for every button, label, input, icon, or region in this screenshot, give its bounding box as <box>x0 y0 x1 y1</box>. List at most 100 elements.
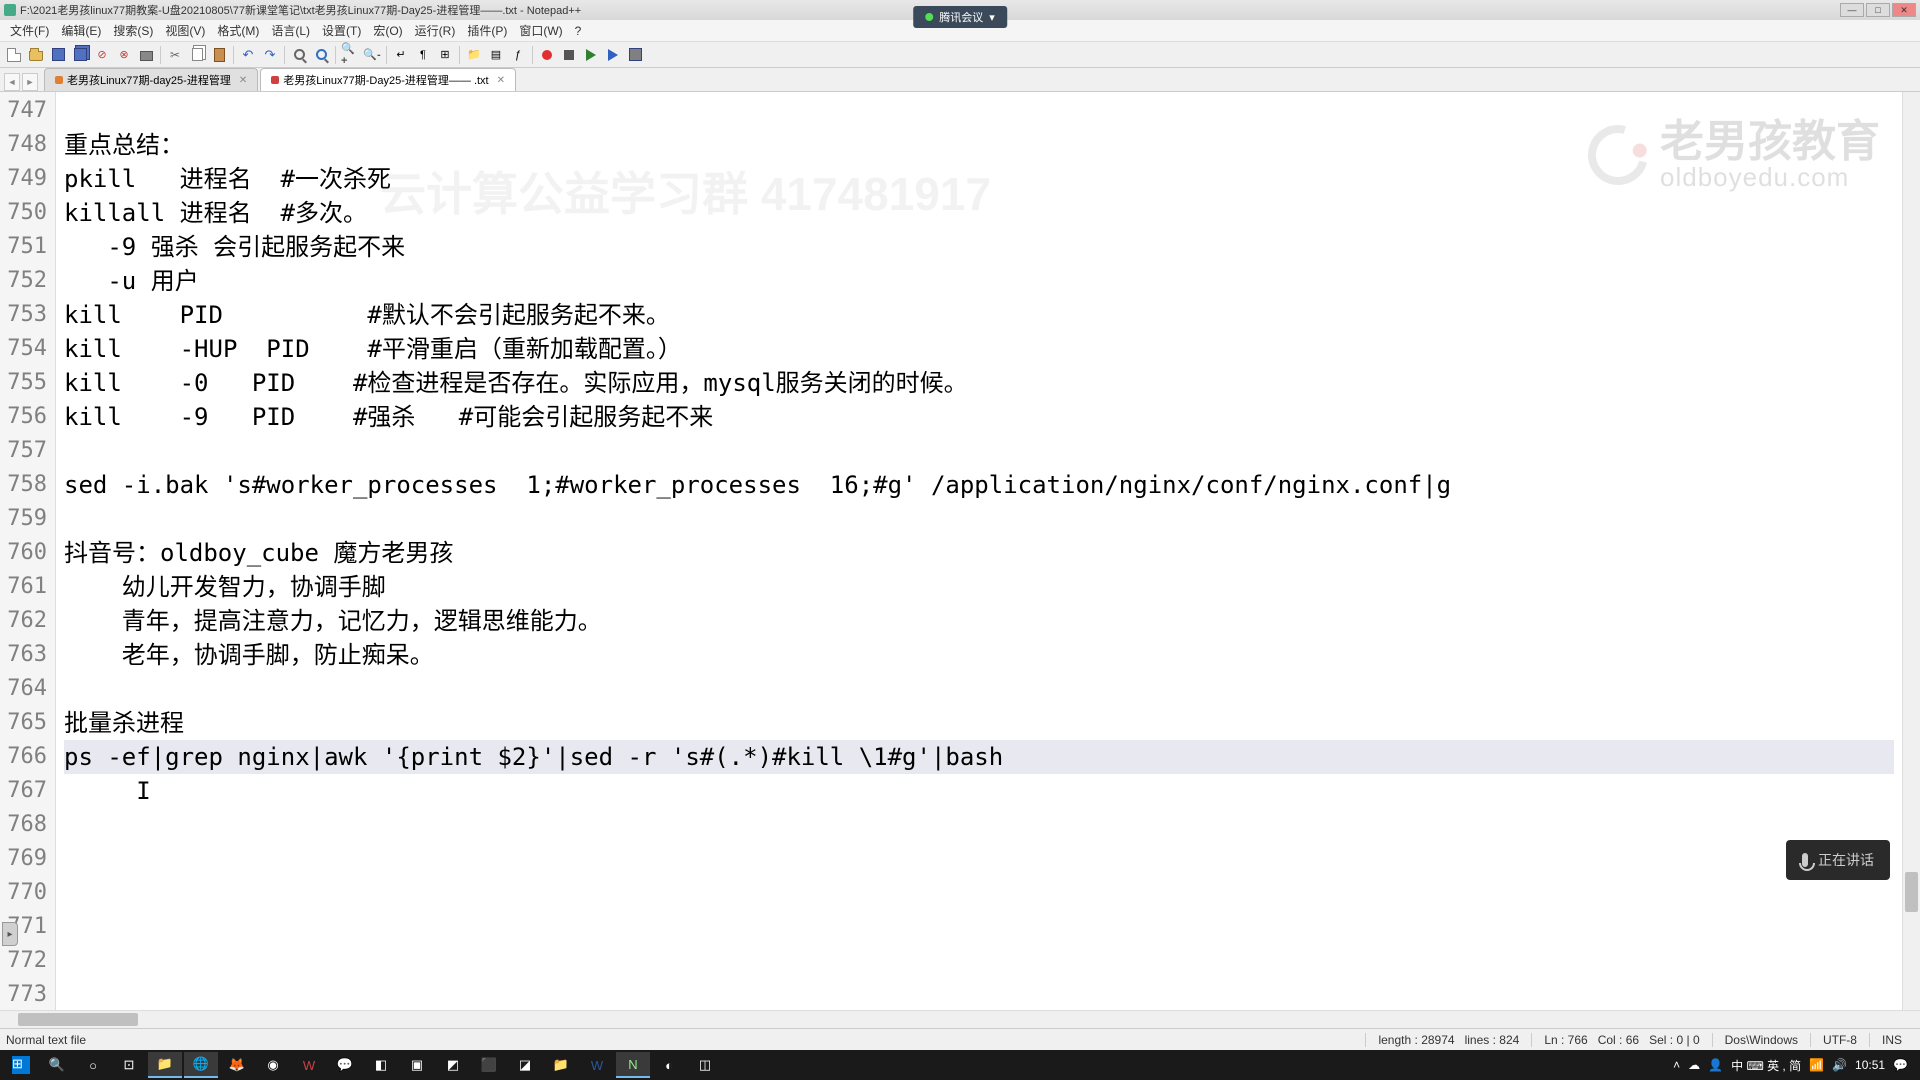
task-view-button[interactable]: ⊡ <box>112 1052 146 1078</box>
taskbar-app-wechat[interactable]: 💬 <box>328 1052 362 1078</box>
code-line[interactable]: I <box>64 774 1894 808</box>
menu-language[interactable]: 语言(L) <box>265 20 316 41</box>
tray-volume-icon[interactable]: 🔊 <box>1832 1058 1847 1072</box>
redo-button[interactable]: ↷ <box>260 45 280 65</box>
taskbar-app-xshell[interactable]: ⬛ <box>472 1052 506 1078</box>
open-file-button[interactable] <box>26 45 46 65</box>
menu-search[interactable]: 搜索(S) <box>107 20 159 41</box>
code-line[interactable]: kill PID #默认不会引起服务起不来。 <box>64 298 1894 332</box>
find-button[interactable] <box>289 45 309 65</box>
code-line[interactable]: sed -i.bak 's#worker_processes 1;#worker… <box>64 468 1894 502</box>
vertical-scrollbar[interactable] <box>1902 92 1920 1010</box>
code-line[interactable] <box>64 502 1894 536</box>
code-line[interactable] <box>64 910 1894 944</box>
taskbar-app-explorer[interactable]: 📁 <box>148 1052 182 1078</box>
taskbar-app-wps[interactable]: W <box>292 1052 326 1078</box>
chevron-down-icon[interactable]: ▾ <box>989 11 995 24</box>
code-line[interactable]: kill -HUP PID #平滑重启（重新加载配置。） <box>64 332 1894 366</box>
close-button[interactable]: ✕ <box>1892 3 1916 17</box>
fold-handle[interactable]: ▸ <box>2 922 18 946</box>
scrollbar-thumb-h[interactable] <box>18 1013 138 1026</box>
menu-file[interactable]: 文件(F) <box>4 20 55 41</box>
menu-macro[interactable]: 宏(O) <box>367 20 408 41</box>
code-line[interactable]: 青年，提高注意力，记忆力，逻辑思维能力。 <box>64 604 1894 638</box>
taskbar-app-explorer-2[interactable]: 📁 <box>544 1052 578 1078</box>
code-line[interactable] <box>64 842 1894 876</box>
tray-people-icon[interactable]: 👤 <box>1708 1058 1723 1072</box>
tab-active[interactable]: 老男孩Linux77期-Day25-进程管理—— .txt ✕ <box>260 68 516 91</box>
tab-next-button[interactable]: ► <box>22 73 38 91</box>
tab-inactive[interactable]: 老男孩Linux77期-day25-进程管理 ✕ <box>44 68 258 91</box>
meeting-floating-bar[interactable]: 腾讯会议 ▾ <box>913 6 1007 28</box>
taskbar-app-generic-3[interactable]: ◩ <box>436 1052 470 1078</box>
play-multi-button[interactable] <box>603 45 623 65</box>
scrollbar-thumb[interactable] <box>1905 872 1918 912</box>
show-chars-button[interactable]: ¶ <box>413 45 433 65</box>
print-button[interactable] <box>136 45 156 65</box>
taskbar-app-word[interactable]: W <box>580 1052 614 1078</box>
code-line[interactable]: 抖音号：oldboy_cube 魔方老男孩 <box>64 536 1894 570</box>
replace-button[interactable] <box>311 45 331 65</box>
func-list-button[interactable]: ƒ <box>508 45 528 65</box>
code-line[interactable] <box>64 434 1894 468</box>
folder-button[interactable]: 📁 <box>464 45 484 65</box>
tab-close-icon[interactable]: ✕ <box>497 75 505 86</box>
play-macro-button[interactable] <box>581 45 601 65</box>
code-line[interactable]: -9 强杀 会引起服务起不来 <box>64 230 1894 264</box>
indent-guide-button[interactable]: ⊞ <box>435 45 455 65</box>
menu-plugins[interactable]: 插件(P) <box>461 20 513 41</box>
tray-notifications-icon[interactable]: 💬 <box>1893 1058 1908 1072</box>
maximize-button[interactable]: □ <box>1866 3 1890 17</box>
code-line[interactable]: kill -0 PID #检查进程是否存在。实际应用，mysql服务关闭的时候。 <box>64 366 1894 400</box>
code-line[interactable]: 批量杀进程 <box>64 706 1894 740</box>
close-all-button[interactable]: ⊗ <box>114 45 134 65</box>
menu-format[interactable]: 格式(M) <box>211 20 265 41</box>
taskbar-app-firefox[interactable]: 🦊 <box>220 1052 254 1078</box>
tray-network-icon[interactable]: 📶 <box>1809 1058 1824 1072</box>
copy-button[interactable] <box>187 45 207 65</box>
tray-ime[interactable]: 中 ⌨ 英 , 简 <box>1731 1057 1801 1074</box>
taskbar-app-generic-5[interactable]: ◫ <box>688 1052 722 1078</box>
tray-onedrive-icon[interactable]: ☁ <box>1688 1058 1700 1072</box>
save-macro-button[interactable] <box>625 45 645 65</box>
menu-help[interactable]: ? <box>569 22 588 40</box>
speaking-popup[interactable]: 正在讲话 <box>1786 840 1890 880</box>
minimize-button[interactable]: — <box>1840 3 1864 17</box>
undo-button[interactable]: ↶ <box>238 45 258 65</box>
menu-view[interactable]: 视图(V) <box>159 20 211 41</box>
cut-button[interactable]: ✂ <box>165 45 185 65</box>
cortana-button[interactable]: ○ <box>76 1052 110 1078</box>
code-line[interactable] <box>64 944 1894 978</box>
taskbar-app-tencent[interactable]: ◐ <box>652 1052 686 1078</box>
doc-map-button[interactable]: ▤ <box>486 45 506 65</box>
zoom-in-button[interactable]: 🔍+ <box>340 45 360 65</box>
code-line[interactable]: pkill 进程名 #一次杀死 <box>64 162 1894 196</box>
save-all-button[interactable] <box>70 45 90 65</box>
text-content[interactable]: 重点总结：pkill 进程名 #一次杀死killall 进程名 #多次。 -9 … <box>56 92 1902 1010</box>
code-line[interactable]: killall 进程名 #多次。 <box>64 196 1894 230</box>
code-line[interactable] <box>64 876 1894 910</box>
menu-run[interactable]: 运行(R) <box>409 20 462 41</box>
taskbar-app-generic-2[interactable]: ▣ <box>400 1052 434 1078</box>
code-line[interactable]: kill -9 PID #强杀 #可能会引起服务起不来 <box>64 400 1894 434</box>
save-button[interactable] <box>48 45 68 65</box>
tray-chevron-icon[interactable]: ˄ <box>1673 1058 1680 1072</box>
wordwrap-button[interactable]: ↵ <box>391 45 411 65</box>
code-line[interactable]: -u 用户 <box>64 264 1894 298</box>
stop-macro-button[interactable] <box>559 45 579 65</box>
code-line[interactable]: 幼儿开发智力，协调手脚 <box>64 570 1894 604</box>
menu-settings[interactable]: 设置(T) <box>316 20 367 41</box>
start-button[interactable]: ⊞ <box>4 1052 38 1078</box>
paste-button[interactable] <box>209 45 229 65</box>
tab-prev-button[interactable]: ◄ <box>4 73 20 91</box>
code-line[interactable] <box>64 672 1894 706</box>
tray-clock[interactable]: 10:51 <box>1855 1058 1885 1072</box>
tab-close-icon[interactable]: ✕ <box>239 75 247 86</box>
taskbar-app-notepadpp[interactable]: N <box>616 1052 650 1078</box>
code-line[interactable]: 老年，协调手脚，防止痴呆。 <box>64 638 1894 672</box>
search-button[interactable]: 🔍 <box>40 1052 74 1078</box>
zoom-out-button[interactable]: 🔍- <box>362 45 382 65</box>
code-line[interactable]: 重点总结： <box>64 128 1894 162</box>
taskbar-app-generic-4[interactable]: ◪ <box>508 1052 542 1078</box>
menu-window[interactable]: 窗口(W) <box>513 20 568 41</box>
